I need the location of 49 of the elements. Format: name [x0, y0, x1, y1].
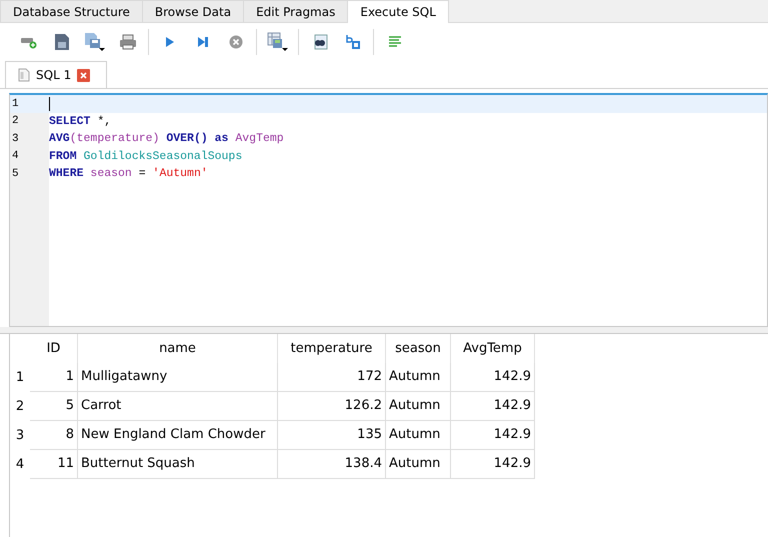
table-cell: 135	[278, 421, 386, 450]
row-header[interactable]: 3	[10, 421, 30, 450]
tab[interactable]: Edit Pragmas	[243, 0, 348, 22]
splitter-handle[interactable]	[0, 327, 768, 334]
table-cell: 142.9	[451, 392, 535, 421]
table-cell: Autumn	[386, 421, 451, 450]
row-header[interactable]: 1	[10, 363, 30, 392]
row-header[interactable]: 2	[10, 392, 30, 421]
table-cell: 142.9	[451, 363, 535, 392]
table-cell: Butternut Squash	[78, 450, 278, 479]
code-line: AVG(temperature) OVER() as AvgTemp	[49, 132, 284, 146]
column-header[interactable]: season	[386, 334, 451, 363]
table-cell: 142.9	[451, 421, 535, 450]
editor-tab[interactable]: SQL 1	[5, 61, 108, 88]
row-header[interactable]: 4	[10, 450, 30, 479]
column-header[interactable]: ID	[30, 334, 78, 363]
table-cell: Mulligatawny	[78, 363, 278, 392]
table-cell: 142.9	[451, 450, 535, 479]
document-icon	[18, 68, 30, 82]
table-cell: 8	[30, 421, 78, 450]
column-header[interactable]: AvgTemp	[451, 334, 535, 363]
tab[interactable]: Database Structure	[0, 0, 143, 22]
sql-editor[interactable]: 1 2 SELECT *, 3 AVG(temperature) OVER() as AvgTemp 4 FROM GoldilocksSeasonalSoups 5 WHERE season = 'Autumn'	[9, 93, 768, 327]
line-number: 2	[11, 115, 20, 128]
line-number: 5	[11, 168, 20, 180]
tab[interactable]: Browse Data	[142, 0, 244, 22]
code-line: WHERE season = 'Autumn'	[49, 167, 208, 180]
editor-tab-label: SQL 1	[36, 68, 72, 82]
table-cell: 1	[30, 363, 78, 392]
close-icon[interactable]	[77, 68, 90, 82]
line-number: 4	[11, 150, 20, 162]
column-header[interactable]: temperature	[278, 334, 386, 363]
table-cell: 11	[30, 450, 78, 479]
code-line: SELECT *,	[49, 114, 112, 128]
line-number: 1	[11, 98, 20, 110]
table-cell: Carrot	[78, 392, 278, 421]
text-cursor	[49, 96, 50, 111]
tab[interactable]: Execute SQL	[347, 0, 449, 23]
line-number: 3	[11, 132, 20, 145]
table-cell: 172	[278, 363, 386, 392]
code-line: FROM GoldilocksSeasonalSoups	[49, 150, 242, 163]
table-cell: Autumn	[386, 363, 451, 392]
table-cell: 138.4	[278, 450, 386, 479]
table-cell: New England Clam Chowder	[78, 421, 278, 450]
column-header[interactable]: name	[78, 334, 278, 363]
table-cell: 5	[30, 392, 78, 421]
table-cell: Autumn	[386, 392, 451, 421]
table-cell: Autumn	[386, 450, 451, 479]
table-cell: 126.2	[278, 392, 386, 421]
